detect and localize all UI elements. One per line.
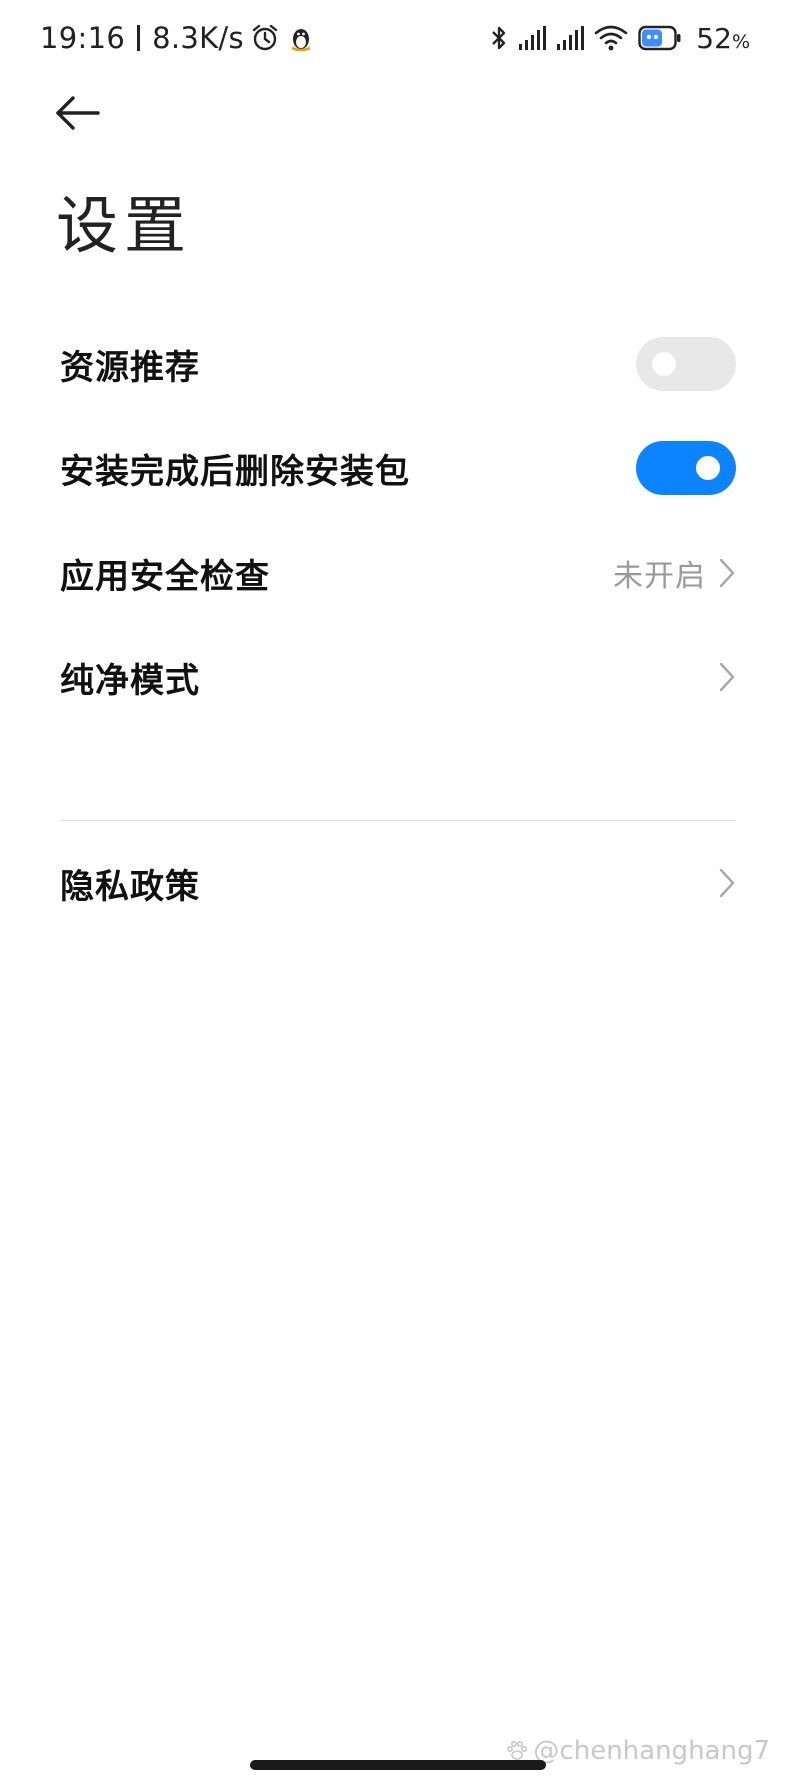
status-net-speed: 8.3K/s <box>152 21 244 55</box>
setting-label: 资源推荐 <box>60 347 200 388</box>
toggle-knob <box>696 456 720 480</box>
status-separator <box>137 25 141 51</box>
delete-package-toggle[interactable] <box>636 441 736 495</box>
battery-icon <box>638 25 681 51</box>
signal-icon <box>557 26 585 50</box>
setting-value-group <box>718 661 736 693</box>
security-check-status: 未开启 <box>613 559 706 594</box>
section-divider <box>60 820 736 821</box>
wifi-icon <box>594 25 628 51</box>
chevron-right-icon <box>719 868 735 898</box>
status-right: 52% <box>490 18 750 58</box>
alarm-icon <box>252 24 278 51</box>
status-bar: 19:16 8.3K/s 52% <box>0 0 800 78</box>
setting-value-group: 未开启 <box>613 551 736 595</box>
qq-penguin-icon <box>291 29 311 52</box>
setting-privacy-policy[interactable]: 隐私政策 <box>60 843 736 923</box>
setting-label: 应用安全检查 <box>60 556 270 597</box>
back-arrow-icon <box>56 96 100 130</box>
bluetooth-icon <box>492 26 506 50</box>
setting-pure-mode[interactable]: 纯净模式 <box>60 637 736 717</box>
battery-percentage: 52% <box>696 21 750 55</box>
setting-delete-package-after-install[interactable]: 安装完成后删除安装包 <box>60 428 736 508</box>
watermark-text: @chenhanghang7 <box>533 1736 770 1766</box>
setting-value-group <box>718 867 736 899</box>
chevron-right-icon <box>719 558 735 588</box>
setting-resource-recommendation[interactable]: 资源推荐 <box>60 324 736 404</box>
back-button[interactable] <box>54 90 104 136</box>
page-title: 设置 <box>56 189 193 262</box>
home-indicator[interactable] <box>250 1760 546 1770</box>
toggle-knob <box>652 352 676 376</box>
chevron-right-icon <box>719 662 735 692</box>
signal-icon <box>519 26 547 50</box>
setting-app-security-check[interactable]: 应用安全检查 未开启 <box>60 533 736 613</box>
setting-label: 安装完成后删除安装包 <box>60 451 410 492</box>
resource-recommendation-toggle[interactable] <box>636 337 736 391</box>
status-left: 19:16 8.3K/s <box>40 18 314 58</box>
setting-label: 隐私政策 <box>60 866 200 907</box>
setting-label: 纯净模式 <box>60 660 200 701</box>
status-time: 19:16 <box>40 21 126 55</box>
